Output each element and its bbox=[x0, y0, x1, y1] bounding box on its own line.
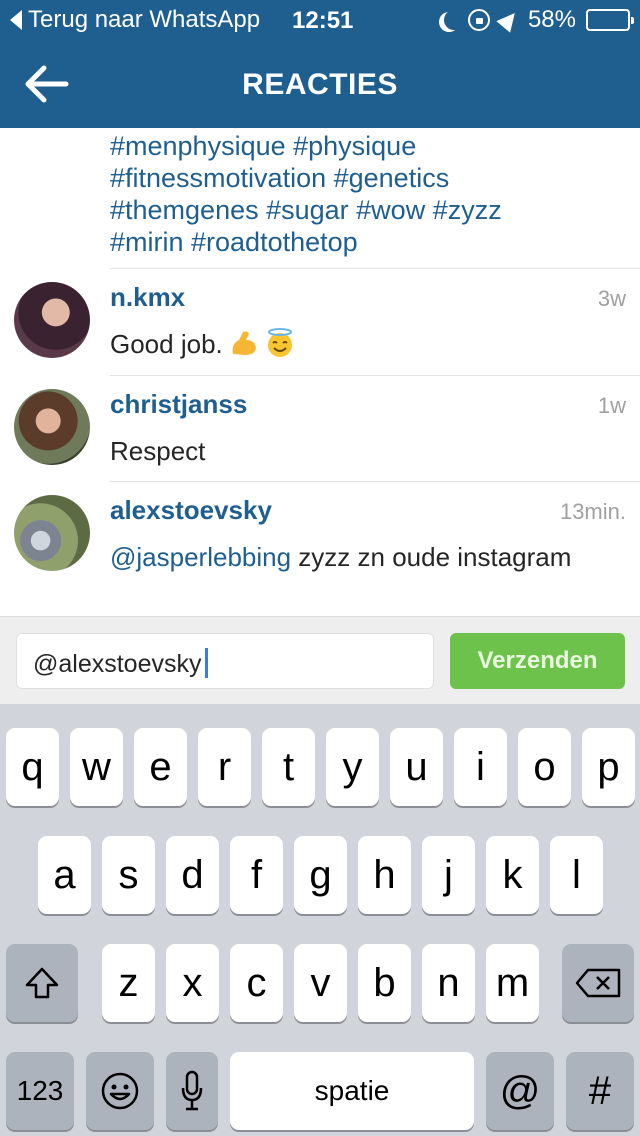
flexed-biceps-icon bbox=[232, 331, 256, 355]
comment-row: n.kmx 3w Good job. bbox=[0, 268, 640, 375]
comment-username[interactable]: n.kmx bbox=[110, 282, 185, 313]
key-f[interactable]: f bbox=[230, 836, 283, 914]
key-x[interactable]: x bbox=[166, 944, 219, 1022]
back-to-app-link[interactable]: Terug naar WhatsApp bbox=[10, 6, 260, 34]
battery-percent: 58% bbox=[527, 6, 576, 33]
battery-icon bbox=[586, 9, 634, 31]
key-q[interactable]: q bbox=[6, 728, 59, 806]
back-to-app-label: Terug naar WhatsApp bbox=[28, 6, 261, 33]
emoji-key[interactable] bbox=[86, 1052, 154, 1130]
comment-text: Good job. bbox=[110, 328, 610, 360]
key-m[interactable]: m bbox=[486, 944, 539, 1022]
backspace-key[interactable] bbox=[562, 944, 634, 1022]
key-g[interactable]: g bbox=[294, 836, 347, 914]
divider bbox=[110, 268, 640, 269]
key-c[interactable]: c bbox=[230, 944, 283, 1022]
key-d[interactable]: d bbox=[166, 836, 219, 914]
comment-text: @jasperlebbing zyzz zn oude instagram bbox=[110, 541, 610, 573]
comment-body: Respect bbox=[110, 436, 206, 466]
shift-icon bbox=[25, 967, 59, 999]
comment-body: Good job. bbox=[110, 329, 223, 359]
status-bar: Terug naar WhatsApp 12:51 58% bbox=[0, 0, 640, 40]
key-b[interactable]: b bbox=[358, 944, 411, 1022]
numbers-key[interactable]: 123 bbox=[6, 1052, 74, 1130]
location-arrow-icon bbox=[496, 7, 522, 33]
hashtag-line[interactable]: #themgenes #sugar #wow #zyzz bbox=[110, 194, 630, 226]
smiling-face-with-halo-icon bbox=[267, 328, 292, 357]
key-o[interactable]: o bbox=[518, 728, 571, 806]
comment-time: 13min. bbox=[559, 499, 626, 524]
top-bar: Terug naar WhatsApp 12:51 58% REACTIES bbox=[0, 0, 640, 128]
comment-row: christjanss 1w Respect bbox=[0, 375, 640, 481]
key-r[interactable]: r bbox=[198, 728, 251, 806]
comment-username[interactable]: alexstoevsky bbox=[110, 495, 272, 526]
emoji-icon bbox=[101, 1072, 139, 1110]
key-k[interactable]: k bbox=[486, 836, 539, 914]
comment-body: zyzz zn oude instagram bbox=[291, 542, 572, 572]
comment-input[interactable]: @alexstoevsky bbox=[16, 633, 434, 689]
comment-text: Respect bbox=[110, 435, 610, 467]
microphone-icon bbox=[181, 1070, 203, 1111]
avatar[interactable] bbox=[14, 389, 90, 465]
comment-list[interactable]: #menphysique #physique #fitnessmotivatio… bbox=[0, 128, 640, 616]
keyboard: q w e r t y u i o p a s d f g h j k l z … bbox=[0, 704, 640, 1136]
comment-composer: @alexstoevsky Verzenden bbox=[0, 616, 640, 704]
clock: 12:51 bbox=[292, 7, 354, 34]
key-y[interactable]: y bbox=[326, 728, 379, 806]
backspace-icon bbox=[575, 968, 621, 998]
back-triangle-icon bbox=[10, 10, 22, 30]
key-i[interactable]: i bbox=[454, 728, 507, 806]
hashtag-line[interactable]: #fitnessmotivation #genetics bbox=[110, 162, 630, 194]
space-key[interactable]: spatie bbox=[230, 1052, 474, 1130]
shift-key[interactable] bbox=[6, 944, 78, 1022]
hashtag-line[interactable]: #menphysique #physique bbox=[110, 130, 630, 162]
key-p[interactable]: p bbox=[582, 728, 635, 806]
at-key[interactable]: @ bbox=[486, 1052, 554, 1130]
hash-key[interactable]: # bbox=[566, 1052, 634, 1130]
key-t[interactable]: t bbox=[262, 728, 315, 806]
moon-icon bbox=[444, 10, 464, 30]
mention-link[interactable]: @jasperlebbing bbox=[110, 542, 291, 572]
comment-row: alexstoevsky 13min. @jasperlebbing zyzz … bbox=[0, 481, 640, 616]
comment-input-value: @alexstoevsky bbox=[33, 650, 202, 678]
key-l[interactable]: l bbox=[550, 836, 603, 914]
dictation-key[interactable] bbox=[166, 1052, 218, 1130]
divider bbox=[110, 375, 640, 376]
key-a[interactable]: a bbox=[38, 836, 91, 914]
key-e[interactable]: e bbox=[134, 728, 187, 806]
avatar[interactable] bbox=[14, 495, 90, 571]
key-u[interactable]: u bbox=[390, 728, 443, 806]
comment-time: 3w bbox=[597, 286, 626, 311]
text-cursor bbox=[204, 648, 208, 678]
avatar[interactable] bbox=[14, 282, 90, 358]
send-button[interactable]: Verzenden bbox=[450, 633, 625, 689]
hashtag-line[interactable]: #mirin #roadtothetop bbox=[110, 226, 630, 258]
divider bbox=[110, 481, 640, 482]
rotation-lock-icon bbox=[467, 9, 490, 31]
key-n[interactable]: n bbox=[422, 944, 475, 1022]
key-z[interactable]: z bbox=[102, 944, 155, 1022]
key-j[interactable]: j bbox=[422, 836, 475, 914]
key-h[interactable]: h bbox=[358, 836, 411, 914]
caption-hashtags: #menphysique #physique #fitnessmotivatio… bbox=[110, 130, 630, 258]
key-w[interactable]: w bbox=[70, 728, 123, 806]
key-s[interactable]: s bbox=[102, 836, 155, 914]
page-title: REACTIES bbox=[242, 68, 398, 101]
comment-time: 1w bbox=[597, 393, 626, 418]
key-v[interactable]: v bbox=[294, 944, 347, 1022]
status-icons: 58% bbox=[438, 6, 634, 34]
comment-username[interactable]: christjanss bbox=[110, 389, 247, 420]
